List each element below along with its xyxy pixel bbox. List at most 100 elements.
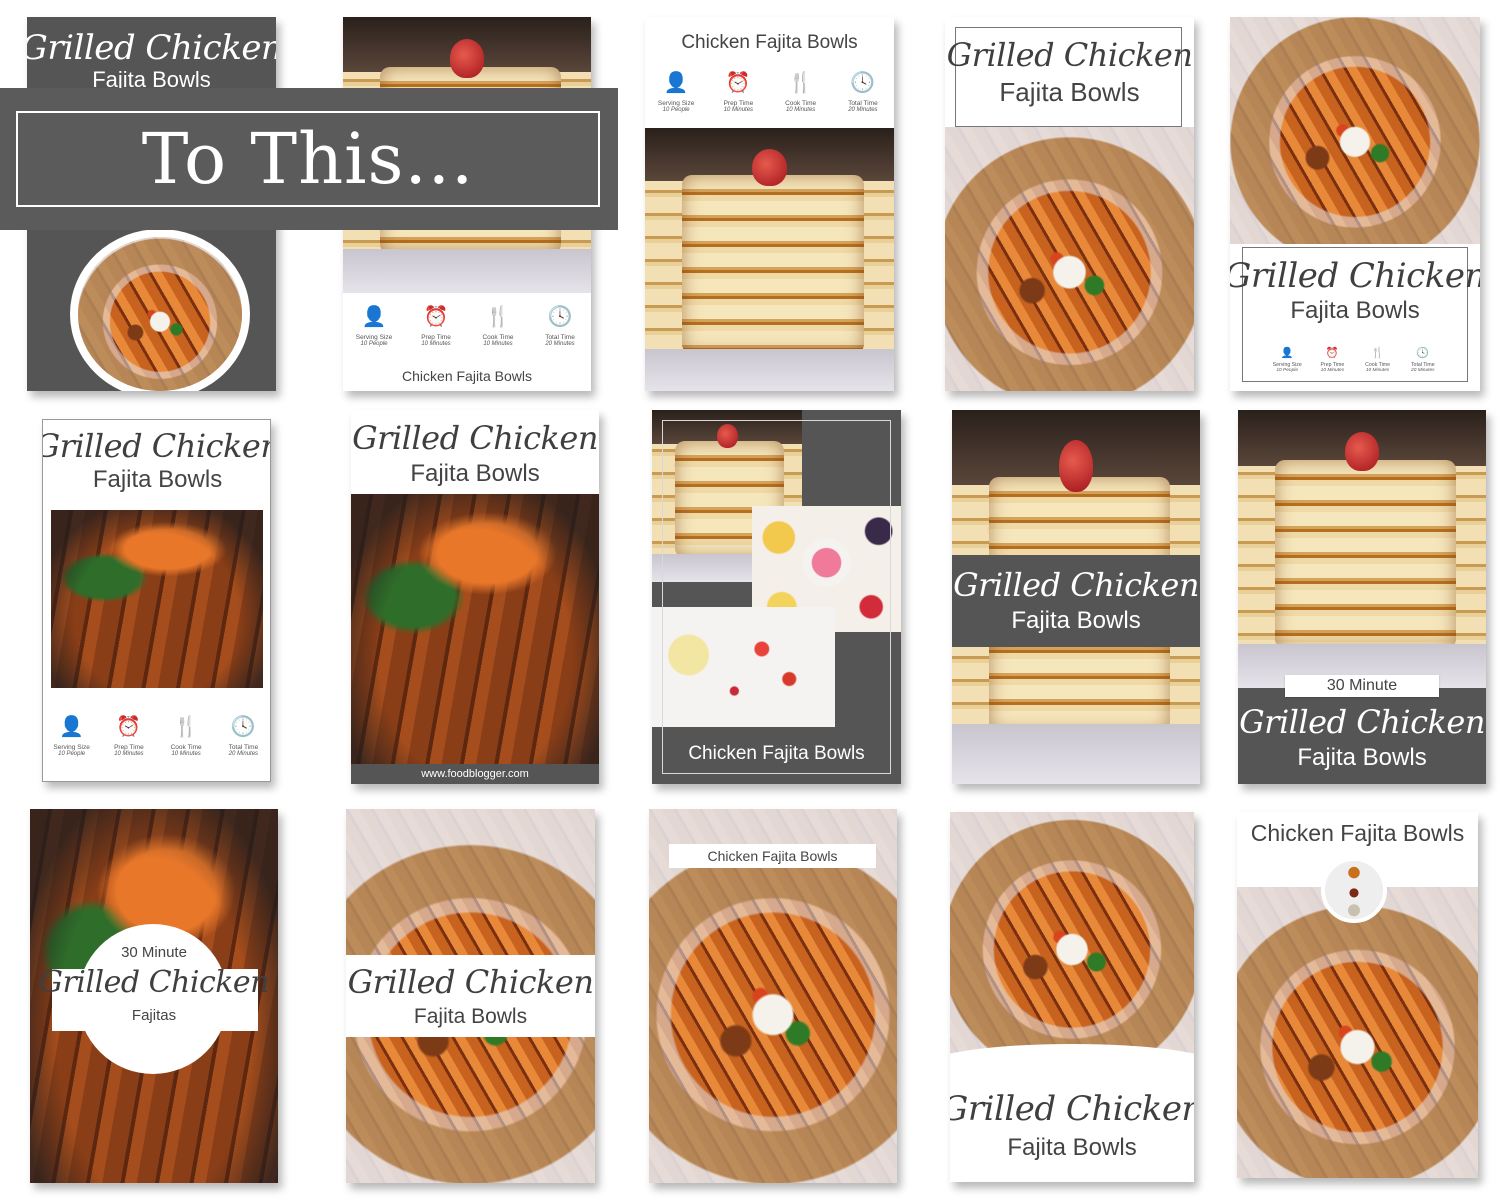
card-title: Grilled Chicken Fajita Bowls — [945, 39, 1194, 105]
script-title: Grilled Chicken — [950, 1089, 1194, 1129]
food-photo — [645, 128, 894, 391]
subtitle: Fajita Bowls — [92, 466, 223, 493]
card-title: Chicken Fajita Bowls — [343, 369, 591, 383]
person-icon: 👤 — [663, 72, 689, 94]
clock-icon: 🕓 — [850, 72, 876, 94]
food-photo-circle — [70, 229, 250, 391]
recipe-stats: 👤 Serving Size 10 People ⏰ Prep Time 10 Minu… — [645, 73, 894, 113]
minute-badge: 30 Minute — [1285, 675, 1439, 697]
stat-cook: 🍴 Cook Time 10 Minutes — [158, 717, 215, 757]
stat-label: Serving Size — [657, 100, 695, 107]
stat-prep: ⏰ Prep Time 10 Minutes — [1310, 347, 1355, 373]
subtitle: Fajita Bowls — [413, 1004, 528, 1028]
card-title: Chicken Fajita Bowls — [645, 33, 894, 52]
template-card-3[interactable]: Chicken Fajita Bowls 👤 Serving Size 10 Peo… — [645, 17, 894, 391]
stat-value: 10 Minutes — [421, 341, 451, 348]
stat-value: 10 Minutes — [723, 107, 754, 114]
short-title: Chicken Fajita Bowls — [402, 368, 532, 384]
food-photo — [950, 812, 1194, 1062]
clock-icon: 🕓 — [547, 306, 573, 328]
fork-knife-icon: 🍴 — [173, 716, 199, 738]
alarm-clock-icon: ⏰ — [725, 72, 751, 94]
template-card-5[interactable]: Grilled Chicken Fajita Bowls 👤 Serving Si… — [1230, 17, 1480, 391]
script-title: Grilled Chicken — [347, 962, 594, 1001]
stat-value: 10 Minutes — [1320, 367, 1345, 373]
wave-divider — [950, 1044, 1194, 1084]
stat-label: Prep Time — [421, 334, 451, 341]
website-footer: www.foodblogger.com — [351, 764, 599, 784]
fruit-plate-photo — [652, 607, 835, 727]
stat-value: 20 Minutes — [228, 751, 259, 758]
card-title: Grilled Chicken Fajita Bowls — [351, 422, 599, 486]
stat-serving: 👤 Serving Size 10 People — [43, 717, 100, 757]
script-title: Grilled Chicken — [42, 427, 271, 465]
script-title: Grilled Chicken — [352, 419, 598, 457]
short-title: Chicken Fajita Bowls — [688, 743, 865, 764]
card-title: Grilled Chicken Fajita Bowls — [27, 31, 276, 91]
script-title: Grilled Chicken — [1230, 256, 1480, 296]
stat-label: Cook Time — [170, 744, 202, 751]
recipe-stats: 👤 Serving Size 10 People ⏰ Prep Time 10 Minu… — [1265, 347, 1446, 373]
template-card-14[interactable]: Grilled Chicken Fajita Bowls — [950, 812, 1194, 1182]
website-link[interactable]: www.foodblogger.com — [421, 768, 529, 780]
stat-label: Cook Time — [482, 334, 514, 341]
minute-text: 30 Minute — [121, 944, 187, 961]
card-title: Chicken Fajita Bowls — [1237, 822, 1478, 845]
food-photo — [945, 127, 1194, 391]
clock-icon: 🕓 — [1416, 346, 1430, 359]
spice-circle-photo — [1321, 857, 1387, 923]
short-title: Chicken Fajita Bowls — [707, 848, 838, 864]
card-title: Chicken Fajita Bowls — [652, 744, 901, 763]
fork-knife-icon: 🍴 — [485, 306, 511, 328]
script-title: Grilled Chicken — [946, 36, 1193, 74]
alarm-clock-icon: ⏰ — [1325, 346, 1339, 359]
stat-value: 10 Minutes — [785, 107, 816, 114]
food-photo — [351, 494, 599, 764]
stat-serving: 👤 Serving Size 10 People — [645, 73, 707, 113]
stat-value: 20 Minutes — [1411, 367, 1435, 373]
stat-value: 10 Minutes — [114, 751, 144, 758]
title-band: Grilled Chicken Fajita Bowls — [952, 555, 1200, 647]
fajitas-text: Fajitas — [131, 1007, 177, 1024]
template-card-7[interactable]: Grilled Chicken Fajita Bowls www.foodblo… — [351, 410, 599, 784]
stat-cook: 🍴 Cook Time 10 Minutes — [467, 307, 529, 347]
fork-knife-icon: 🍴 — [788, 72, 814, 94]
to-this-banner: To This... — [0, 88, 618, 230]
food-photo — [1237, 887, 1478, 1178]
subtitle: Fajita Bowls — [1297, 744, 1427, 771]
template-card-4[interactable]: Grilled Chicken Fajita Bowls — [945, 17, 1194, 391]
fork-knife-icon: 🍴 — [1371, 346, 1385, 359]
stat-prep: ⏰ Prep Time 10 Minutes — [707, 73, 769, 113]
template-card-13[interactable]: Chicken Fajita Bowls — [649, 809, 897, 1183]
stat-label: Serving Size — [355, 334, 393, 341]
short-title: Chicken Fajita Bowls — [1250, 820, 1465, 846]
card-title: Grilled Chicken Fajita Bowls — [950, 1092, 1194, 1160]
stat-label: Serving Size — [53, 744, 90, 751]
script-title: Grilled Chicken — [953, 566, 1199, 604]
stat-cook: 🍴 Cook Time 10 Minutes — [770, 73, 832, 113]
stat-cook: 🍴 Cook Time 10 Minutes — [1355, 347, 1400, 373]
template-card-11[interactable]: 30 Minute Grilled Chicken Fajitas — [30, 809, 278, 1183]
person-icon: 👤 — [361, 306, 387, 328]
banner-frame: To This... — [16, 111, 600, 207]
person-icon: 👤 — [59, 716, 85, 738]
script-title: Grilled Chicken — [27, 28, 276, 68]
card-title: Grilled Chicken Fajita Bowls — [42, 427, 271, 493]
card-title: Grilled Chicken Fajita Bowls — [1230, 259, 1480, 323]
template-card-9[interactable]: Grilled Chicken Fajita Bowls — [952, 410, 1200, 784]
template-card-12[interactable]: Grilled Chicken Fajita Bowls — [346, 809, 595, 1183]
stat-total: 🕓 Total Time 20 Minutes — [832, 73, 894, 113]
template-card-8[interactable]: Chicken Fajita Bowls — [652, 410, 901, 784]
template-card-10[interactable]: 30 Minute Grilled Chicken Fajita Bowls — [1238, 410, 1486, 784]
minute-text: 30 Minute — [1326, 677, 1398, 694]
stat-prep: ⏰ Prep Time 10 Minutes — [405, 307, 467, 347]
recipe-stats: 👤 Serving Size 10 People ⏰ Prep Time 10 Minu… — [343, 307, 591, 347]
stat-value: 10 People — [1276, 367, 1299, 373]
template-card-6[interactable]: Grilled Chicken Fajita Bowls 👤 Serving Si… — [42, 419, 271, 782]
food-photo — [51, 510, 263, 688]
stat-total: 🕓 Total Time 20 Minutes — [215, 717, 270, 758]
subtitle: Fajita Bowls — [410, 460, 540, 487]
stat-value: 10 People — [360, 341, 388, 348]
template-card-15[interactable]: Chicken Fajita Bowls — [1237, 812, 1478, 1178]
stat-label: Cook Time — [785, 100, 817, 107]
